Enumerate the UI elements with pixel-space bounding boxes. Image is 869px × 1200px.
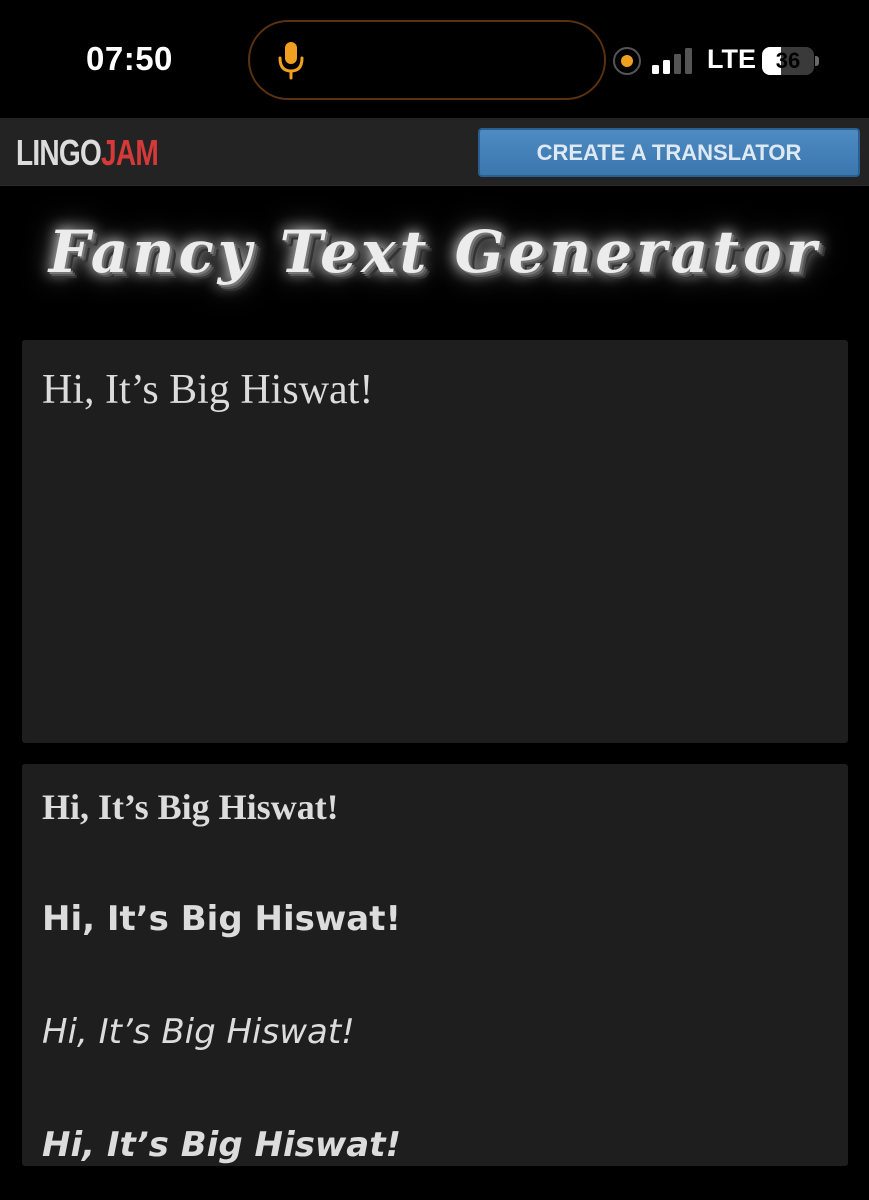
output-line-sans-bold-italic[interactable]: Hi, It’s Big Hiswat! xyxy=(42,1125,401,1165)
input-text[interactable]: Hi, It’s Big Hiswat! xyxy=(42,366,828,414)
output-line-serif-bold[interactable]: Hi, It’s Big Hiswat! xyxy=(42,786,339,828)
output-line-sans-italic[interactable]: Hi, It’s Big Hiswat! xyxy=(42,1012,355,1052)
create-translator-button[interactable]: CREATE A TRANSLATOR xyxy=(478,128,860,177)
battery-icon: 36 xyxy=(762,47,819,75)
signal-icon xyxy=(652,48,692,74)
dynamic-island xyxy=(248,20,606,100)
output-line-sans-bold[interactable]: Hi, It’s Big Hiswat! xyxy=(42,899,401,939)
orange-dot-icon xyxy=(613,47,641,75)
output-panel[interactable]: Hi, It’s Big Hiswat! Hi, It’s Big Hiswat… xyxy=(22,764,848,1166)
status-time: 07:50 xyxy=(86,40,173,77)
lingojam-logo[interactable]: LINGOJAM xyxy=(16,132,159,174)
status-bar: 07:50 LTE 36 xyxy=(0,0,869,118)
network-type: LTE xyxy=(707,44,756,74)
logo-part-1: LINGO xyxy=(16,132,102,173)
input-textarea[interactable]: Hi, It’s Big Hiswat! xyxy=(22,340,848,743)
microphone-icon xyxy=(278,42,304,80)
site-header: LINGOJAM CREATE A TRANSLATOR xyxy=(0,118,869,186)
phone-screen: 07:50 LTE 36 LINGOJAM CREATE A TRANSLATO… xyxy=(0,0,869,1200)
logo-part-2: JAM xyxy=(101,132,159,173)
page-title: Fancy Text Generator xyxy=(48,218,821,286)
battery-percent: 36 xyxy=(775,48,801,73)
